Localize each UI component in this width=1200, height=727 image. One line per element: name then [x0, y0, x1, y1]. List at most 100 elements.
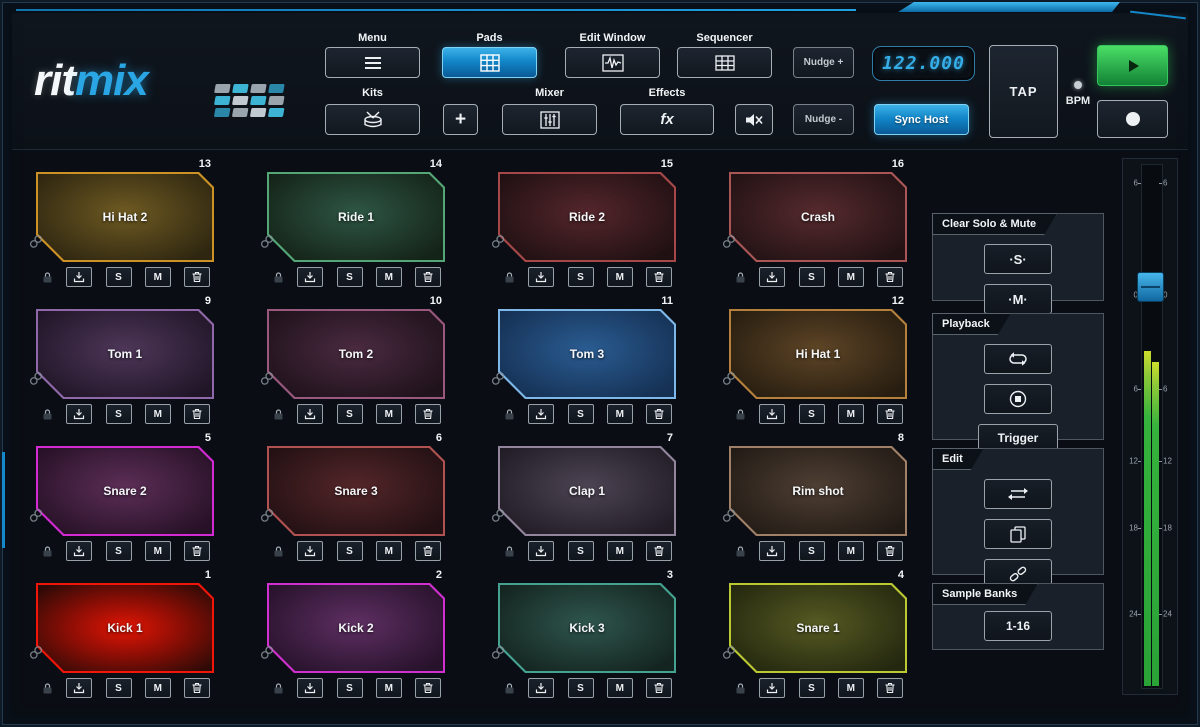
pad-mute-button[interactable]: M [838, 404, 864, 424]
pad-delete-button[interactable] [877, 678, 903, 698]
stop-button[interactable] [984, 384, 1052, 414]
pad-lock-icon[interactable] [42, 408, 53, 421]
pad-mute-button[interactable]: M [376, 678, 402, 698]
pad-lock-icon[interactable] [735, 545, 746, 558]
pad-load-button[interactable] [66, 541, 92, 561]
drum-pad[interactable]: Hi Hat 1 [729, 309, 907, 399]
pad-load-button[interactable] [528, 267, 554, 287]
pad-mute-button[interactable]: M [607, 541, 633, 561]
pad-mute-button[interactable]: M [607, 267, 633, 287]
pad-load-button[interactable] [66, 678, 92, 698]
pad-lock-icon[interactable] [273, 271, 284, 284]
pad-delete-button[interactable] [877, 404, 903, 424]
drum-pad[interactable]: Kick 2 [267, 583, 445, 673]
pad-load-button[interactable] [528, 678, 554, 698]
menu-button[interactable] [325, 47, 420, 78]
mixer-button[interactable] [502, 104, 597, 135]
pad-delete-button[interactable] [184, 404, 210, 424]
pad-delete-button[interactable] [415, 678, 441, 698]
pad-solo-button[interactable]: S [337, 541, 363, 561]
pad-mute-button[interactable]: M [607, 404, 633, 424]
pad-lock-icon[interactable] [735, 682, 746, 695]
meter-fader-handle[interactable] [1137, 272, 1164, 302]
bank-1-16-button[interactable]: 1-16 [984, 611, 1052, 641]
pad-load-button[interactable] [66, 404, 92, 424]
pad-load-button[interactable] [297, 541, 323, 561]
pad-solo-button[interactable]: S [799, 404, 825, 424]
kits-button[interactable] [325, 104, 420, 135]
pad-delete-button[interactable] [184, 267, 210, 287]
pad-mute-button[interactable]: M [607, 678, 633, 698]
drum-pad[interactable]: Tom 3 [498, 309, 676, 399]
pad-solo-button[interactable]: S [337, 267, 363, 287]
pad-delete-button[interactable] [415, 541, 441, 561]
pad-solo-button[interactable]: S [799, 678, 825, 698]
pad-mute-button[interactable]: M [838, 678, 864, 698]
drum-pad[interactable]: Tom 1 [36, 309, 214, 399]
pad-mute-button[interactable]: M [838, 267, 864, 287]
nudge-minus-button[interactable]: Nudge - [793, 104, 854, 135]
pad-load-button[interactable] [759, 267, 785, 287]
pad-mute-button[interactable]: M [145, 678, 171, 698]
pad-mute-button[interactable]: M [145, 267, 171, 287]
pad-delete-button[interactable] [184, 541, 210, 561]
pad-load-button[interactable] [297, 678, 323, 698]
pad-delete-button[interactable] [877, 267, 903, 287]
drum-pad[interactable]: Clap 1 [498, 446, 676, 536]
pad-solo-button[interactable]: S [568, 541, 594, 561]
tap-tempo-button[interactable]: TAP [989, 45, 1058, 138]
pad-load-button[interactable] [759, 678, 785, 698]
pad-load-button[interactable] [759, 404, 785, 424]
pad-delete-button[interactable] [415, 267, 441, 287]
loop-button[interactable] [984, 344, 1052, 374]
drum-pad[interactable]: Ride 1 [267, 172, 445, 262]
pad-lock-icon[interactable] [735, 271, 746, 284]
add-pad-button[interactable]: + [443, 104, 478, 135]
pad-lock-icon[interactable] [42, 545, 53, 558]
drum-pad[interactable]: Crash [729, 172, 907, 262]
pad-lock-icon[interactable] [42, 682, 53, 695]
copy-button[interactable] [984, 519, 1052, 549]
pad-solo-button[interactable]: S [568, 267, 594, 287]
pad-solo-button[interactable]: S [337, 678, 363, 698]
pad-lock-icon[interactable] [273, 408, 284, 421]
drum-pad[interactable]: Rim shot [729, 446, 907, 536]
pad-delete-button[interactable] [184, 678, 210, 698]
pad-solo-button[interactable]: S [337, 404, 363, 424]
sync-host-button[interactable]: Sync Host [874, 104, 969, 135]
pad-load-button[interactable] [528, 404, 554, 424]
sequencer-button[interactable] [677, 47, 772, 78]
record-button[interactable] [1097, 100, 1168, 138]
pad-mute-button[interactable]: M [145, 541, 171, 561]
pad-solo-button[interactable]: S [106, 267, 132, 287]
pad-lock-icon[interactable] [504, 271, 515, 284]
pad-solo-button[interactable]: S [799, 267, 825, 287]
pad-solo-button[interactable]: S [799, 541, 825, 561]
pad-mute-button[interactable]: M [145, 404, 171, 424]
bpm-display[interactable]: 122.000 [872, 46, 975, 81]
pad-lock-icon[interactable] [504, 682, 515, 695]
pad-delete-button[interactable] [646, 267, 672, 287]
pad-delete-button[interactable] [877, 541, 903, 561]
play-button[interactable] [1097, 45, 1168, 86]
pad-lock-icon[interactable] [504, 408, 515, 421]
pad-delete-button[interactable] [415, 404, 441, 424]
pad-solo-button[interactable]: S [568, 404, 594, 424]
drum-pad[interactable]: Ride 2 [498, 172, 676, 262]
pad-delete-button[interactable] [646, 678, 672, 698]
pad-delete-button[interactable] [646, 541, 672, 561]
pad-lock-icon[interactable] [735, 408, 746, 421]
clear-solo-button[interactable]: ·S· [984, 244, 1052, 274]
pad-lock-icon[interactable] [273, 682, 284, 695]
drum-pad[interactable]: Hi Hat 2 [36, 172, 214, 262]
pad-load-button[interactable] [66, 267, 92, 287]
drum-pad[interactable]: Snare 1 [729, 583, 907, 673]
drum-pad[interactable]: Kick 1 [36, 583, 214, 673]
swap-button[interactable] [984, 479, 1052, 509]
pad-solo-button[interactable]: S [568, 678, 594, 698]
pad-lock-icon[interactable] [273, 545, 284, 558]
pad-mute-button[interactable]: M [376, 541, 402, 561]
pad-load-button[interactable] [297, 404, 323, 424]
pad-mute-button[interactable]: M [376, 404, 402, 424]
drum-pad[interactable]: Tom 2 [267, 309, 445, 399]
